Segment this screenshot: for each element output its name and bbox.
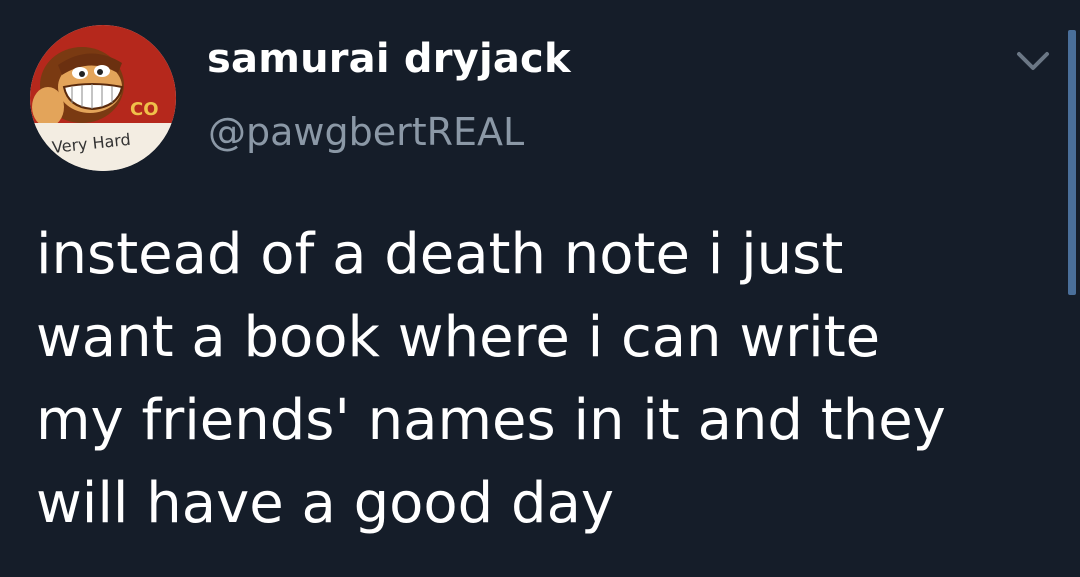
tweet-text-line: my friends' names in it and they bbox=[36, 388, 946, 453]
chevron-down-icon[interactable] bbox=[1015, 48, 1051, 76]
tweet-text-line: want a book where i can write bbox=[36, 305, 881, 370]
tweet-text-line: instead of a death note i just bbox=[36, 222, 844, 287]
tweet-card: CO Very Hard samurai dryjack @pawgbertRE… bbox=[0, 0, 1080, 577]
tweet-text: instead of a death note i just want a bo… bbox=[36, 213, 1046, 545]
donkey-kong-avatar-icon: CO Very Hard bbox=[30, 25, 176, 171]
display-name[interactable]: samurai dryjack bbox=[207, 36, 571, 82]
user-handle[interactable]: @pawgbertREAL bbox=[208, 110, 524, 154]
tweet-text-line: will have a good day bbox=[36, 471, 615, 536]
avatar-banner-text: CO bbox=[130, 99, 159, 120]
avatar[interactable]: CO Very Hard bbox=[30, 25, 176, 171]
scroll-indicator bbox=[1068, 30, 1076, 295]
